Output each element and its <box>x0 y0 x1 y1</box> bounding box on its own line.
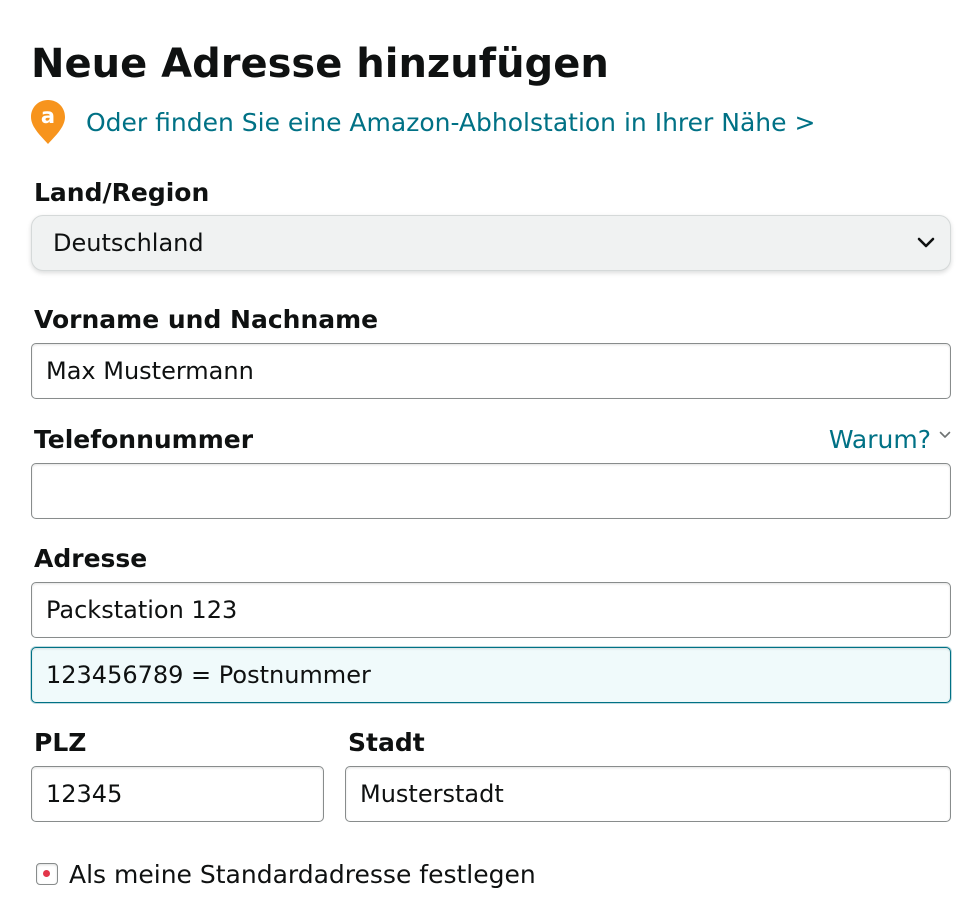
name-label: Vorname und Nachname <box>34 305 379 334</box>
chevron-down-icon <box>939 431 951 438</box>
add-address-page: Neue Adresse hinzufügen a Oder finden Si… <box>0 0 967 910</box>
zip-label: PLZ <box>34 728 87 757</box>
address-line1-input[interactable] <box>31 582 951 638</box>
svg-text:a: a <box>41 104 55 128</box>
city-label: Stadt <box>348 728 425 757</box>
chevron-down-icon <box>917 237 935 248</box>
why-phone-link-label: Warum? <box>828 425 931 454</box>
phone-label: Telefonnummer <box>34 425 254 454</box>
why-phone-link[interactable]: Warum? <box>829 424 951 456</box>
country-select[interactable]: Deutschland <box>31 215 951 271</box>
address-label: Adresse <box>34 544 148 573</box>
name-input[interactable] <box>31 343 951 399</box>
country-label: Land/Region <box>34 178 210 207</box>
checkbox-focus-dot <box>43 870 50 877</box>
amazon-location-pin-icon: a <box>31 100 65 144</box>
zip-input[interactable] <box>31 766 324 822</box>
default-address-checkbox[interactable] <box>36 863 58 885</box>
pickup-location-link-row[interactable]: a Oder finden Sie eine Amazon-Abholstati… <box>29 97 815 147</box>
pickup-location-link[interactable]: Oder finden Sie eine Amazon-Abholstation… <box>86 108 815 137</box>
default-address-row[interactable]: Als meine Standardadresse festlegen <box>36 856 536 892</box>
phone-input[interactable] <box>31 463 951 519</box>
country-selected-value: Deutschland <box>53 229 204 257</box>
default-address-label: Als meine Standardadresse festlegen <box>69 859 536 889</box>
address-line2-input[interactable] <box>31 647 951 703</box>
city-input[interactable] <box>345 766 951 822</box>
page-title: Neue Adresse hinzufügen <box>31 41 609 87</box>
